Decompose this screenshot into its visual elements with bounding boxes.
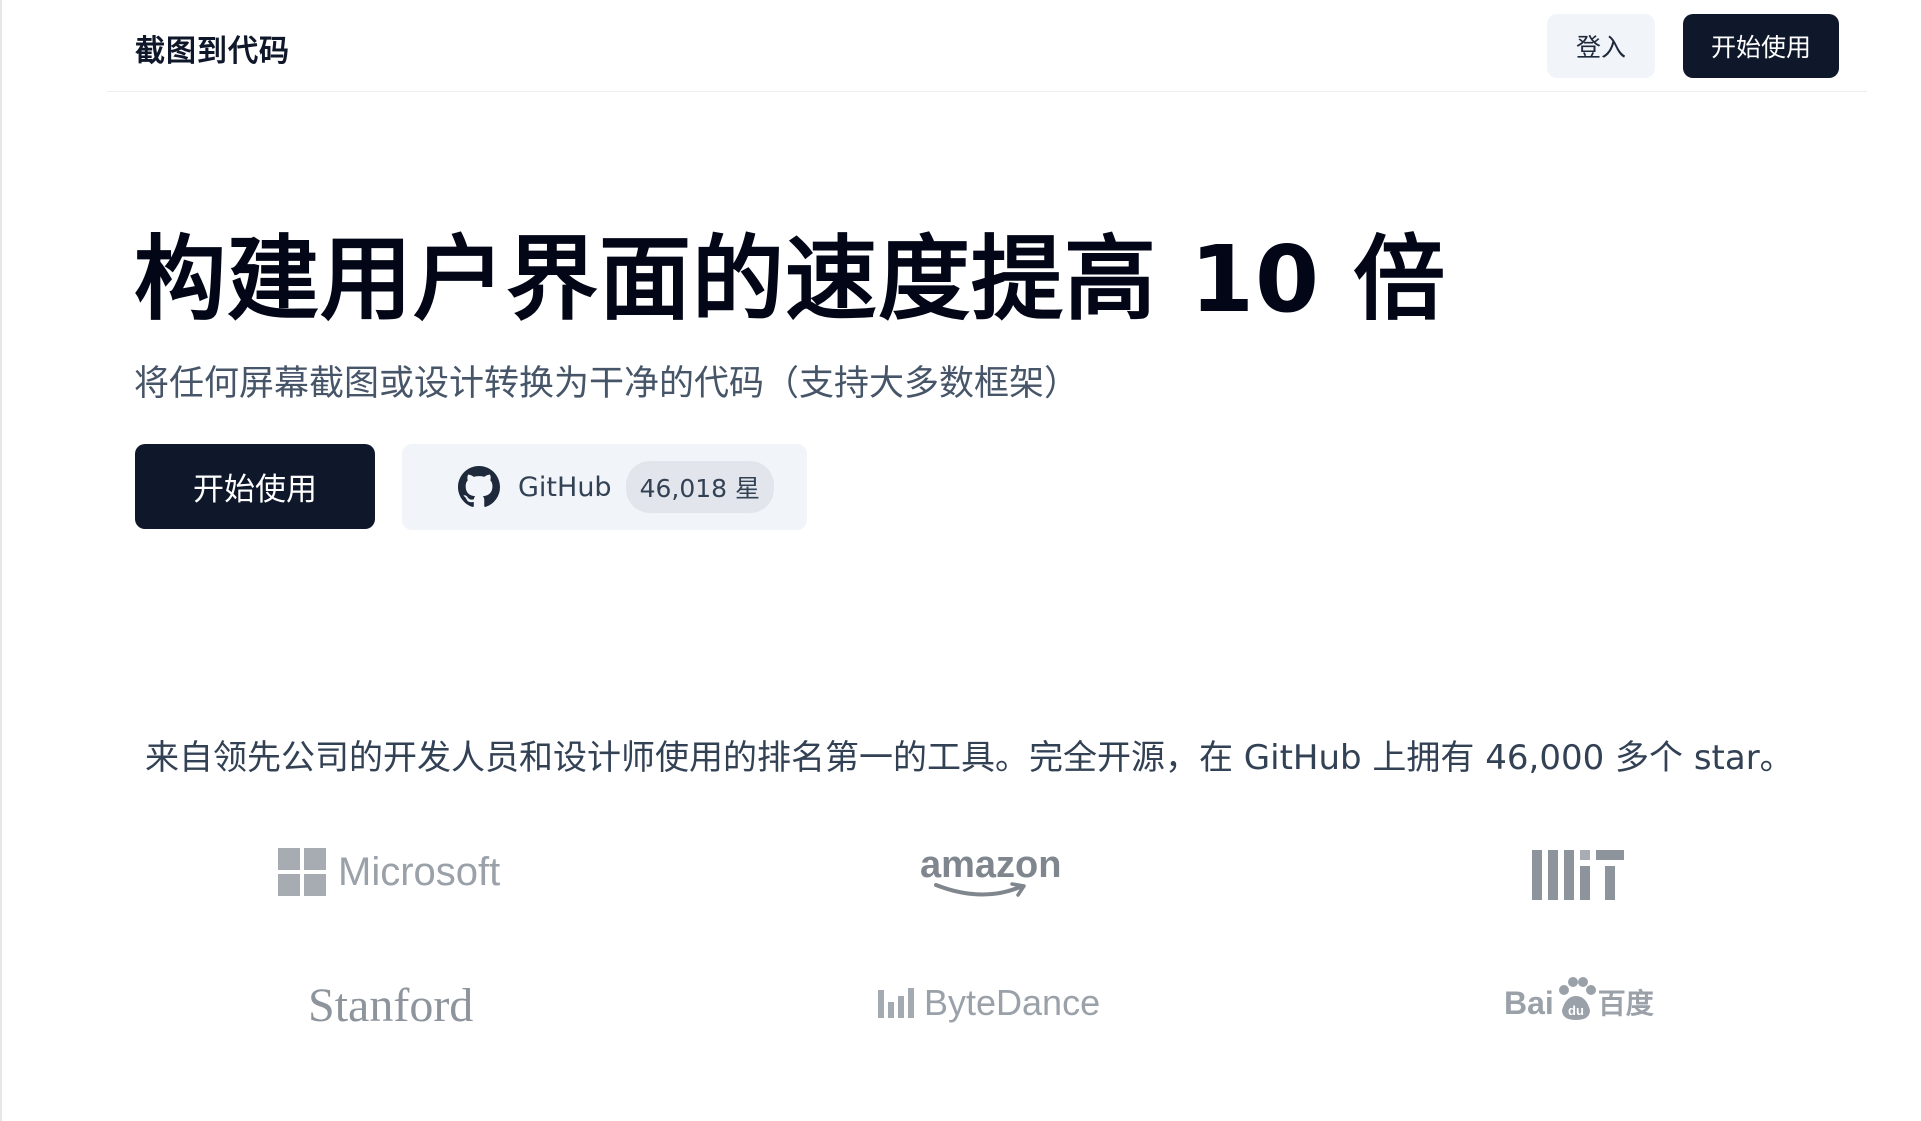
microsoft-windows-icon — [278, 848, 326, 896]
amazon-logo: amazon — [920, 844, 1061, 899]
mit-logo — [1532, 850, 1624, 904]
top-nav: 截图到代码 登入 开始使用 — [107, 0, 1867, 92]
baidu-logo-latin: Bai — [1504, 985, 1554, 1021]
hero-subtitle: 将任何屏幕截图或设计转换为干净的代码（支持大多数框架） — [134, 364, 1080, 404]
baidu-paw-icon: du — [1558, 977, 1596, 1020]
bytedance-bars-icon — [878, 988, 914, 1018]
hero-get-started-button[interactable]: 开始使用 — [135, 444, 375, 529]
mit-logo-mark — [1532, 850, 1624, 900]
page: 截图到代码 登入 开始使用 构建用户界面的速度提高 10 倍 将任何屏幕截图或设… — [0, 0, 1921, 1121]
bytedance-logo-text: ByteDance — [924, 982, 1101, 1023]
microsoft-logo-text: Microsoft — [338, 849, 501, 894]
brand-logo[interactable]: 截图到代码 — [135, 26, 290, 70]
amazon-logo-text: amazon — [920, 844, 1062, 886]
svg-text:du: du — [1568, 1003, 1584, 1018]
github-label: GitHub — [518, 471, 612, 503]
github-stars-badge: 46,018 星 — [625, 461, 775, 513]
nav-get-started-button[interactable]: 开始使用 — [1683, 14, 1839, 78]
baidu-logo-chinese: 百度 — [1597, 987, 1654, 1020]
trust-statement: 来自领先公司的开发人员和设计师使用的排名第一的工具。完全开源，在 GitHub … — [145, 738, 1794, 778]
bytedance-logo: ByteDance — [878, 982, 1100, 1024]
login-button[interactable]: 登入 — [1547, 14, 1655, 78]
baidu-logo: Bai du 百度 — [1504, 976, 1654, 1022]
github-button[interactable]: GitHub 46,018 星 — [402, 444, 807, 530]
microsoft-logo: Microsoft — [278, 848, 500, 896]
hero-title: 构建用户界面的速度提高 10 倍 — [134, 226, 1447, 333]
github-icon — [458, 466, 500, 508]
stanford-logo: Stanford — [308, 979, 474, 1032]
